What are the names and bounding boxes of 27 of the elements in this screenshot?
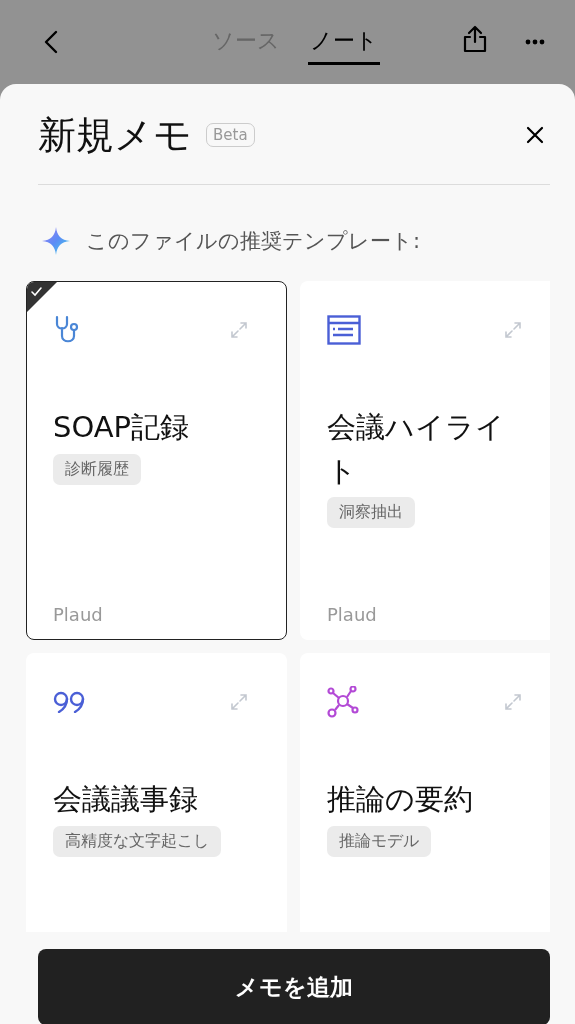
template-source: Plaud [53, 604, 103, 625]
template-source: Plaud [327, 604, 377, 625]
close-icon[interactable] [526, 126, 544, 144]
quote-icon [53, 691, 85, 713]
template-tag: 高精度な文字起こし [53, 825, 221, 857]
more-icon[interactable] [525, 39, 545, 45]
network-icon [327, 686, 359, 718]
template-title: 会議ハイライト [327, 409, 506, 490]
beta-badge: Beta [206, 123, 255, 147]
template-tag: 推論モデル [327, 825, 431, 857]
template-card[interactable]: 会議議事録 高精度な文字起こし [26, 653, 287, 932]
template-card[interactable]: 会議ハイライト 洞察抽出 Plaud [300, 281, 550, 640]
section-label: このファイルの推奨テンプレート: [86, 228, 421, 255]
share-icon[interactable] [463, 25, 487, 53]
check-corner-icon [27, 282, 57, 312]
template-card[interactable]: 推論の要約 推論モデル [300, 653, 550, 932]
template-title: 会議議事録 [53, 781, 199, 818]
sheet-title: 新規メモ [38, 111, 192, 159]
template-tag: 診断履歴 [53, 453, 141, 485]
template-title: 推論の要約 [327, 781, 474, 818]
template-card[interactable]: SOAP記録 診断履歴 Plaud [26, 281, 287, 640]
template-tag: 洞察抽出 [327, 497, 415, 528]
back-icon[interactable] [44, 30, 58, 54]
add-memo-button[interactable]: メモを追加 [38, 949, 550, 1024]
document-icon [327, 315, 361, 345]
tab[interactable]: ノート [308, 24, 380, 65]
template-title: SOAP記録 [53, 409, 191, 446]
